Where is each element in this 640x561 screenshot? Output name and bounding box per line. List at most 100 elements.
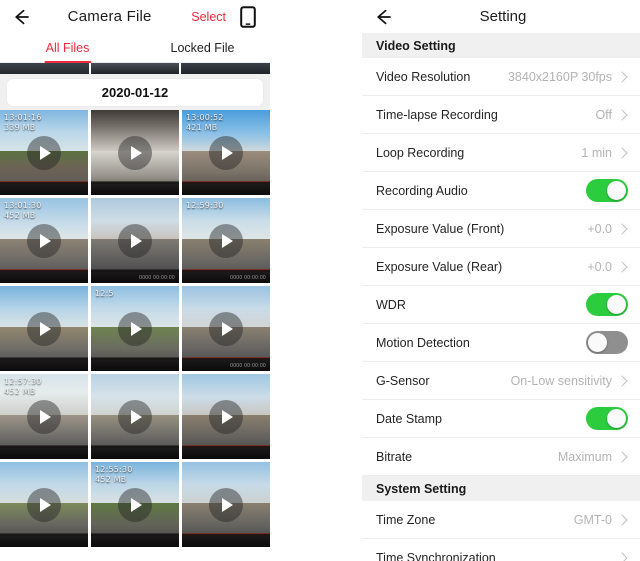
setting-label: G-Sensor [376,373,430,388]
wdr-toggle[interactable] [586,293,628,316]
setting-row-date-stamp[interactable]: Date Stamp [362,400,640,438]
setting-row-time-zone[interactable]: Time Zone GMT-0 [362,501,640,539]
play-icon[interactable] [27,399,61,434]
play-icon[interactable] [209,487,243,522]
select-button[interactable]: Select [191,10,226,24]
play-icon[interactable] [27,487,61,522]
setting-value: 3840x2160P 30fps [507,69,612,84]
setting-screen: Setting Video Setting Video Resolution 3… [362,0,640,561]
section-header-video-setting: Video Setting [362,33,640,58]
chevron-right-icon [616,70,628,83]
play-icon[interactable] [27,135,61,170]
setting-label: Motion Detection [376,335,470,350]
camera-file-header: Camera File Select [0,0,270,33]
play-icon[interactable] [209,311,243,346]
video-thumbnail[interactable]: 12:5 [91,286,179,371]
section-header-system-setting: System Setting [362,476,640,501]
chevron-right-icon [616,450,628,463]
play-icon[interactable] [118,135,152,170]
thumbnail-watermark: 0000 00:00:00 [230,275,266,281]
chevron-right-icon [616,146,628,159]
tab-all-files-label: All Files [45,40,90,55]
video-thumbnail[interactable]: 13:01:16 339 MB [0,110,88,195]
thumbnail-watermark: 0000 00:00:00 [230,363,266,369]
video-thumbnail[interactable] [182,462,270,547]
chevron-right-icon [616,222,628,235]
setting-value: Maximum [557,449,612,464]
date-stamp-toggle[interactable] [586,407,628,430]
video-thumbnail[interactable] [91,374,179,459]
dual-screenshot-composite: Camera File Select All Files Locked File [0,0,640,561]
setting-row-recording-audio[interactable]: Recording Audio [362,172,640,210]
chevron-right-icon [616,374,628,387]
setting-label: Time Synchronization [376,550,496,561]
setting-label: Loop Recording [376,145,465,160]
setting-row-motion-detection[interactable]: Motion Detection [362,324,640,362]
setting-value: 1 min [581,145,612,160]
setting-row-exposure-value-rear[interactable]: Exposure Value (Rear) +0.0 [362,248,640,286]
setting-label: Recording Audio [376,183,468,198]
setting-row-time-synchronization[interactable]: Time Synchronization [362,539,640,561]
setting-label: Exposure Value (Rear) [376,259,503,274]
thumbnail-grid: 13:01:16 339 MB 13:00:52 421 MB 13:01:30… [0,110,270,547]
video-thumbnail[interactable] [91,110,179,195]
setting-value: +0.0 [587,221,612,236]
video-thumbnail[interactable]: 0000 00:00:00 [182,286,270,371]
video-thumbnail[interactable]: 13:00:52 421 MB [182,110,270,195]
video-thumbnail[interactable]: 12:55:30 452 MB [91,462,179,547]
chevron-right-icon [616,108,628,121]
setting-value: Off [595,107,612,122]
page-title: Setting [479,8,527,25]
setting-row-time-lapse-recording[interactable]: Time-lapse Recording Off [362,96,640,134]
camera-file-screen: Camera File Select All Files Locked File [0,0,270,561]
tab-locked-file[interactable]: Locked File [135,33,270,62]
video-thumbnail[interactable]: 0000 00:00:00 [91,198,179,283]
setting-label: WDR [376,297,406,312]
tab-locked-file-label: Locked File [170,40,235,55]
video-thumbnail[interactable] [0,462,88,547]
video-thumbnail[interactable]: 12:59:30 0000 00:00:00 [182,198,270,283]
chevron-right-icon [616,260,628,273]
thumbnail-watermark: 0000 00:00:00 [139,275,175,281]
setting-row-video-resolution[interactable]: Video Resolution 3840x2160P 30fps [362,58,640,96]
setting-row-wdr[interactable]: WDR [362,286,640,324]
file-tabs: All Files Locked File [0,33,270,63]
date-group-header: 2020-01-12 [0,74,270,110]
setting-label: Exposure Value (Front) [376,221,505,236]
video-thumbnail[interactable]: 13:01:30 452 MB [0,198,88,283]
setting-row-bitrate[interactable]: Bitrate Maximum [362,438,640,476]
play-icon[interactable] [209,399,243,434]
play-icon[interactable] [209,135,243,170]
tab-all-files[interactable]: All Files [0,33,135,62]
chevron-right-icon [616,551,628,561]
recording-audio-toggle[interactable] [586,179,628,202]
setting-value: +0.0 [587,259,612,274]
phone-icon[interactable] [240,5,256,28]
play-icon[interactable] [118,487,152,522]
play-icon[interactable] [118,311,152,346]
video-thumbnail[interactable]: 12:57:30 452 MB [0,374,88,459]
peek-thumb [181,63,270,74]
setting-label: Date Stamp [376,411,443,426]
setting-row-loop-recording[interactable]: Loop Recording 1 min [362,134,640,172]
page-title: Camera File [67,8,152,25]
setting-label: Time-lapse Recording [376,107,498,122]
setting-header: Setting [362,0,640,33]
play-icon[interactable] [118,223,152,258]
setting-value: GMT-0 [573,512,612,527]
play-icon[interactable] [27,223,61,258]
setting-row-exposure-value-front[interactable]: Exposure Value (Front) +0.0 [362,210,640,248]
chevron-right-icon [616,513,628,526]
setting-value: On-Low sensitivity [510,373,612,388]
motion-detection-toggle[interactable] [586,331,628,354]
video-thumbnail[interactable] [0,286,88,371]
video-thumbnail[interactable] [182,374,270,459]
setting-label: Bitrate [376,449,413,464]
play-icon[interactable] [27,311,61,346]
setting-label: Time Zone [376,512,436,527]
setting-row-g-sensor[interactable]: G-Sensor On-Low sensitivity [362,362,640,400]
thumbnail-peek-strip [0,63,270,74]
play-icon[interactable] [209,223,243,258]
play-icon[interactable] [118,399,152,434]
peek-thumb [90,63,180,74]
